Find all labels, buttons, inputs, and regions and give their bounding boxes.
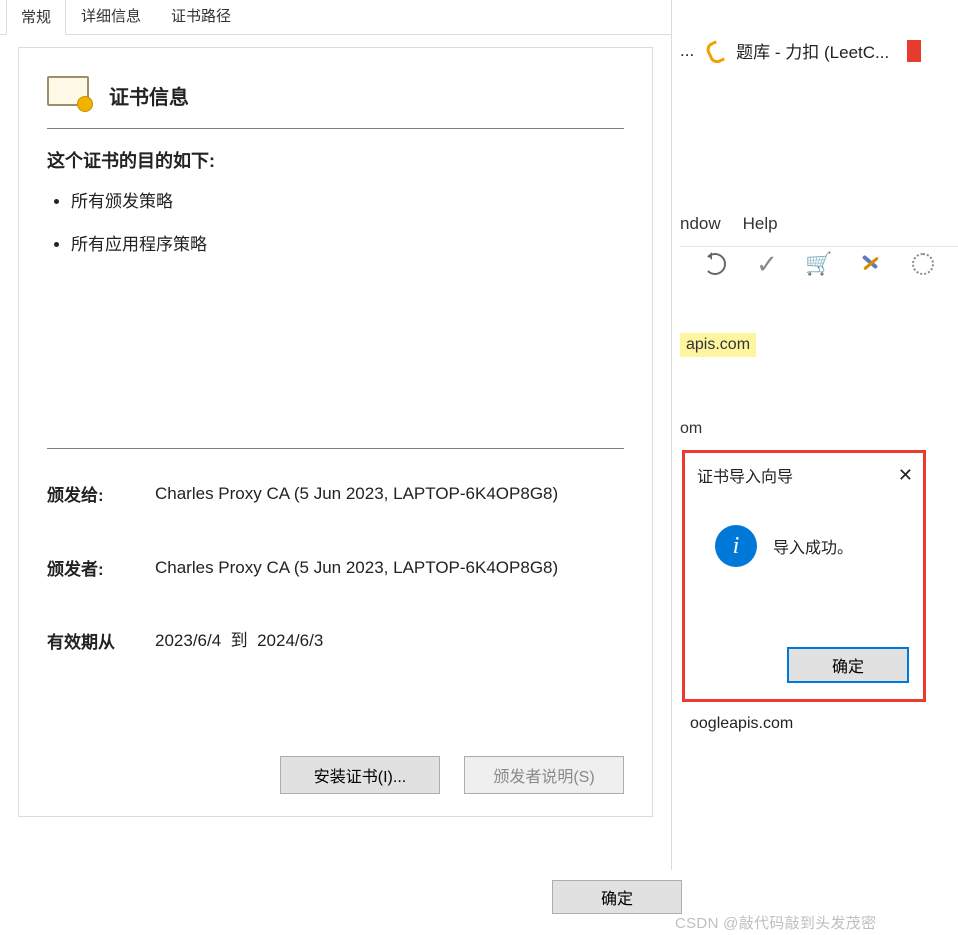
certificate-icon	[47, 76, 93, 114]
validity-to: 2024/6/3	[257, 631, 323, 650]
charles-menu: ndow Help	[680, 210, 958, 246]
issuer-value: Charles Proxy CA (5 Jun 2023, LAPTOP-6K4…	[155, 555, 624, 581]
menu-window[interactable]: ndow	[680, 214, 721, 234]
red-square-icon	[907, 40, 921, 62]
validity-row: 有效期从 2023/6/4 到 2024/6/3	[47, 628, 624, 654]
cert-ok-button[interactable]: 确定	[552, 880, 682, 914]
close-icon[interactable]: ✕	[898, 466, 913, 484]
purpose-list: 所有颁发策略 所有应用程序策略	[71, 187, 624, 255]
watermark: CSDN @敲代码敲到头发茂密	[675, 912, 876, 933]
gear-icon[interactable]	[910, 251, 936, 277]
issuer-statement-button: 颁发者说明(S)	[464, 756, 624, 794]
host-item[interactable]: om	[680, 417, 958, 441]
wizard-body: i 导入成功。	[685, 495, 923, 567]
validity-value: 2023/6/4 到 2024/6/3	[155, 628, 624, 654]
purpose-item: 所有应用程序策略	[71, 230, 624, 255]
validity-from: 2023/6/4	[155, 631, 221, 650]
charles-window: ndow Help ✓ 🛒 apis.com om	[680, 210, 958, 441]
cert-title: 证书信息	[109, 81, 189, 110]
refresh-icon[interactable]	[702, 251, 728, 277]
divider	[47, 128, 624, 129]
install-cert-button[interactable]: 安装证书(I)...	[280, 756, 440, 794]
tab-cert-path[interactable]: 证书路径	[156, 0, 246, 34]
tab-general[interactable]: 常规	[6, 0, 66, 35]
cert-body: 证书信息 这个证书的目的如下: 所有颁发策略 所有应用程序策略 颁发给: Cha…	[18, 47, 653, 817]
wizard-message: 导入成功。	[773, 534, 853, 558]
validity-label: 有效期从	[47, 628, 155, 654]
issuer-label: 颁发者:	[47, 555, 155, 581]
host-item-highlighted[interactable]: apis.com	[680, 333, 756, 357]
cert-tabs: 常规 详细信息 证书路径	[0, 0, 671, 35]
validity-to-word: 到	[231, 631, 248, 650]
wizard-button-row: 确定	[787, 647, 909, 683]
browser-tab[interactable]: ... 题库 - 力扣 (LeetC...	[680, 38, 921, 63]
check-icon[interactable]: ✓	[754, 251, 780, 277]
charles-toolbar: ✓ 🛒	[680, 246, 958, 285]
tools-icon[interactable]	[858, 251, 884, 277]
host-item[interactable]: oogleapis.com	[690, 715, 793, 733]
cert-info-block: 颁发给: Charles Proxy CA (5 Jun 2023, LAPTO…	[47, 448, 624, 654]
wizard-ok-button[interactable]: 确定	[787, 647, 909, 683]
issued-to-value: Charles Proxy CA (5 Jun 2023, LAPTOP-6K4…	[155, 481, 624, 507]
issued-to-label: 颁发给:	[47, 481, 155, 507]
issued-to-row: 颁发给: Charles Proxy CA (5 Jun 2023, LAPTO…	[47, 481, 624, 507]
cert-buttons: 安装证书(I)... 颁发者说明(S)	[280, 756, 624, 794]
tab-ellipsis: ...	[680, 41, 694, 61]
issuer-row: 颁发者: Charles Proxy CA (5 Jun 2023, LAPTO…	[47, 555, 624, 581]
info-icon: i	[715, 525, 757, 567]
certificate-dialog: 常规 详细信息 证书路径 证书信息 这个证书的目的如下: 所有颁发策略 所有应用…	[0, 0, 672, 870]
import-wizard-dialog: 证书导入向导 ✕ i 导入成功。 确定	[682, 450, 926, 702]
purpose-item: 所有颁发策略	[71, 187, 624, 212]
menu-help[interactable]: Help	[743, 214, 778, 234]
tab-details[interactable]: 详细信息	[66, 0, 156, 34]
charles-host-list: apis.com om	[680, 285, 958, 441]
wizard-title: 证书导入向导	[697, 463, 793, 487]
wizard-titlebar: 证书导入向导 ✕	[685, 453, 923, 495]
cert-header: 证书信息	[47, 76, 624, 114]
cert-ok-row: 确定	[552, 880, 682, 914]
bucket-icon[interactable]: 🛒	[806, 251, 832, 277]
purpose-heading: 这个证书的目的如下:	[47, 147, 624, 173]
leetcode-icon	[704, 40, 726, 62]
browser-tab-title: 题库 - 力扣 (LeetC...	[736, 38, 889, 63]
